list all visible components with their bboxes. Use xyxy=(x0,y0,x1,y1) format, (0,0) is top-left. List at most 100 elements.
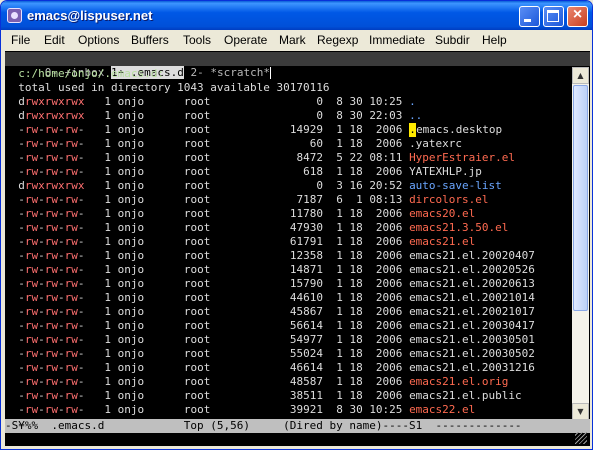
tab-scratch[interactable]: 2- *scratch* xyxy=(190,66,269,79)
scrollbar-thumb[interactable] xyxy=(573,85,588,311)
scroll-up-button[interactable]: ▲ xyxy=(572,67,589,84)
file-size: 44610 xyxy=(210,291,330,304)
file-name[interactable]: HyperEstraier.el xyxy=(409,151,515,164)
menu-operate[interactable]: Operate xyxy=(224,33,267,47)
file-permissions: -rw-rw-rw- xyxy=(18,305,85,318)
dired-file-row[interactable]: -rw-rw-rw- 1 onjo root 39921 8 30 10:25 … xyxy=(5,403,475,417)
file-links: 1 xyxy=(84,207,118,220)
dired-file-row[interactable]: -rw-rw-rw- 1 onjo root 618 1 18 2006 YAT… xyxy=(5,165,482,179)
menu-buffers[interactable]: Buffers xyxy=(131,33,169,47)
file-size: 618 xyxy=(210,165,330,178)
resize-grip-icon[interactable] xyxy=(575,432,587,444)
file-name[interactable]: emacs21.el.20020613 xyxy=(409,277,535,290)
file-name[interactable]: emacs21.el.20031216 xyxy=(409,361,535,374)
row-indent xyxy=(5,207,18,220)
dired-file-row[interactable]: -rw-rw-rw- 1 onjo root 54977 1 18 2006 e… xyxy=(5,333,535,347)
row-indent xyxy=(5,305,18,318)
dired-file-row[interactable]: -rw-rw-rw- 1 onjo root 47930 1 18 2006 e… xyxy=(5,221,508,235)
file-name[interactable]: emacs21.el.20030417 xyxy=(409,319,535,332)
file-owner: onjo xyxy=(117,207,184,220)
file-name[interactable]: emacs21.el.20030502 xyxy=(409,347,535,360)
file-name[interactable]: emacs21.el.public xyxy=(409,389,522,402)
minimize-button[interactable] xyxy=(519,6,540,27)
file-name[interactable]: emacs22.el xyxy=(409,403,475,416)
emacs-app-icon[interactable] xyxy=(7,8,22,23)
dired-buffer[interactable]: 0- +inbox 1+ .emacs.d 2- *scratch* c:/ho… xyxy=(5,51,590,446)
file-permissions: -rw-rw-rw- xyxy=(18,137,85,150)
file-date: 1 18 2006 xyxy=(329,165,410,178)
file-date: 1 18 2006 xyxy=(329,333,410,346)
menu-edit[interactable]: Edit xyxy=(44,33,65,47)
file-group: root xyxy=(183,179,211,192)
menu-mark[interactable]: Mark xyxy=(279,33,306,47)
file-date: 1 18 2006 xyxy=(329,319,410,332)
dired-file-row[interactable]: -rw-rw-rw- 1 onjo root 14929 1 18 2006 .… xyxy=(5,123,502,137)
file-name[interactable]: emacs21.3.50.el xyxy=(409,221,508,234)
file-group: root xyxy=(183,221,211,234)
file-name[interactable]: emacs21.el.20021017 xyxy=(409,305,535,318)
dired-file-row[interactable]: -rw-rw-rw- 1 onjo root 8472 5 22 08:11 H… xyxy=(5,151,515,165)
dired-file-row[interactable]: -rw-rw-rw- 1 onjo root 60 1 18 2006 .yat… xyxy=(5,137,462,151)
file-permissions: -rw-rw-rw- xyxy=(18,151,85,164)
dired-file-row[interactable]: -rw-rw-rw- 1 onjo root 12358 1 18 2006 e… xyxy=(5,249,535,263)
file-owner: onjo xyxy=(117,95,184,108)
file-name[interactable]: .emacs.desktop xyxy=(409,123,502,137)
file-name[interactable]: dircolors.el xyxy=(409,193,488,206)
window-title: emacs@lispuser.net xyxy=(27,8,153,23)
menu-file[interactable]: File xyxy=(11,33,30,47)
file-links: 1 xyxy=(84,319,118,332)
menu-tools[interactable]: Tools xyxy=(183,33,211,47)
title-bar[interactable]: emacs@lispuser.net × xyxy=(1,1,592,30)
file-name[interactable]: YATEXHLP.jp xyxy=(409,165,482,178)
dired-file-row[interactable]: -rw-rw-rw- 1 onjo root 46614 1 18 2006 e… xyxy=(5,361,535,375)
file-links: 1 xyxy=(84,235,118,248)
dired-file-row[interactable]: -rw-rw-rw- 1 onjo root 44610 1 18 2006 e… xyxy=(5,291,535,305)
dired-file-row[interactable]: -rw-rw-rw- 1 onjo root 48587 1 18 2006 e… xyxy=(5,375,508,389)
file-links: 1 xyxy=(84,151,118,164)
file-owner: onjo xyxy=(117,291,184,304)
dired-file-row[interactable]: -rw-rw-rw- 1 onjo root 7187 6 1 08:13 di… xyxy=(5,193,488,207)
dired-file-row[interactable]: -rw-rw-rw- 1 onjo root 15790 1 18 2006 e… xyxy=(5,277,535,291)
file-permissions: -rw-rw-rw- xyxy=(18,319,85,332)
close-button[interactable]: × xyxy=(567,6,588,27)
file-name[interactable]: . xyxy=(409,95,416,108)
row-indent xyxy=(5,277,18,290)
dired-file-row[interactable]: -rw-rw-rw- 1 onjo root 61791 1 18 2006 e… xyxy=(5,235,475,249)
file-date: 1 18 2006 xyxy=(329,207,410,220)
menu-regexp[interactable]: Regexp xyxy=(317,33,358,47)
file-name[interactable]: .yatexrc xyxy=(409,137,462,150)
file-name[interactable]: emacs20.el xyxy=(409,207,475,220)
file-name[interactable]: emacs21.el.20020407 xyxy=(409,249,535,262)
file-size: 47930 xyxy=(210,221,330,234)
file-size: 0 xyxy=(210,109,330,122)
file-group: root xyxy=(183,207,211,220)
menu-help[interactable]: Help xyxy=(482,33,507,47)
file-size: 12358 xyxy=(210,249,330,262)
file-name[interactable]: .. xyxy=(409,109,422,122)
file-name[interactable]: emacs21.el.20030501 xyxy=(409,333,535,346)
file-name[interactable]: emacs21.el.orig xyxy=(409,375,508,388)
file-group: root xyxy=(183,137,211,150)
dired-file-row[interactable]: drwxrwxrwx 1 onjo root 0 8 30 10:25 . xyxy=(5,95,416,109)
scroll-down-button[interactable]: ▼ xyxy=(572,403,589,420)
dired-file-row[interactable]: -rw-rw-rw- 1 onjo root 38511 1 18 2006 e… xyxy=(5,389,522,403)
file-group: root xyxy=(183,347,211,360)
menu-options[interactable]: Options xyxy=(78,33,119,47)
dired-file-row[interactable]: -rw-rw-rw- 1 onjo root 14871 1 18 2006 e… xyxy=(5,263,535,277)
menu-immediate[interactable]: Immediate xyxy=(369,33,425,47)
file-name[interactable]: emacs21.el.20021014 xyxy=(409,291,535,304)
dired-file-row[interactable]: -rw-rw-rw- 1 onjo root 11780 1 18 2006 e… xyxy=(5,207,475,221)
vertical-scrollbar[interactable]: ▲ ▼ xyxy=(572,67,589,420)
dired-file-row[interactable]: drwxrwxrwx 1 onjo root 0 3 16 20:52 auto… xyxy=(5,179,502,193)
maximize-button[interactable] xyxy=(543,6,564,27)
file-name[interactable]: auto-save-list xyxy=(409,179,502,192)
dired-file-row[interactable]: drwxrwxrwx 1 onjo root 0 8 30 22:03 .. xyxy=(5,109,422,123)
minibuffer[interactable] xyxy=(5,433,590,446)
file-name[interactable]: emacs21.el xyxy=(409,235,475,248)
dired-file-row[interactable]: -rw-rw-rw- 1 onjo root 55024 1 18 2006 e… xyxy=(5,347,535,361)
dired-file-row[interactable]: -rw-rw-rw- 1 onjo root 56614 1 18 2006 e… xyxy=(5,319,535,333)
file-permissions: -rw-rw-rw- xyxy=(18,277,85,290)
file-name[interactable]: emacs21.el.20020526 xyxy=(409,263,535,276)
dired-file-row[interactable]: -rw-rw-rw- 1 onjo root 45867 1 18 2006 e… xyxy=(5,305,535,319)
menu-subdir[interactable]: Subdir xyxy=(435,33,470,47)
